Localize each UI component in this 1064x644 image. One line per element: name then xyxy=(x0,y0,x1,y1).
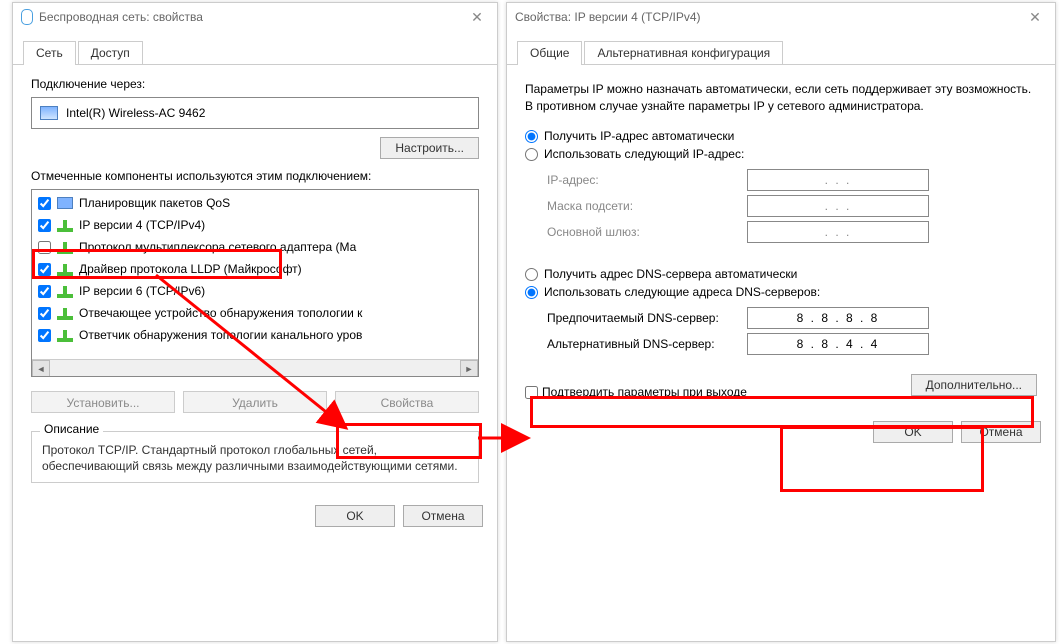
network-adapter-icon xyxy=(57,262,73,276)
component-checkbox[interactable] xyxy=(38,263,51,276)
tab-network[interactable]: Сеть xyxy=(23,41,76,64)
component-label: Ответчик обнаружения топологии канальног… xyxy=(79,328,362,342)
window-title: Беспроводная сеть: свойства xyxy=(39,10,203,24)
properties-button[interactable]: Свойства xyxy=(335,391,479,413)
network-adapter-icon xyxy=(57,218,73,232)
component-label: IP версии 6 (TCP/IPv6) xyxy=(79,284,205,298)
list-item[interactable]: IP версии 4 (TCP/IPv4) xyxy=(34,214,478,236)
radio-ip-manual[interactable]: Использовать следующий IP-адрес: xyxy=(525,147,1037,161)
component-label: Драйвер протокола LLDP (Майкрософт) xyxy=(79,262,302,276)
tabstrip-left: Сеть Доступ xyxy=(13,31,497,65)
dns-preferred-label: Предпочитаемый DNS-сервер: xyxy=(547,311,747,325)
component-label: Планировщик пакетов QoS xyxy=(79,196,230,210)
radio-ip-manual-input[interactable] xyxy=(525,148,538,161)
radio-dns-auto-label: Получить адрес DNS-сервера автоматически xyxy=(544,267,797,281)
radio-dns-auto-input[interactable] xyxy=(525,268,538,281)
monitor-icon xyxy=(57,197,73,209)
configure-button[interactable]: Настроить... xyxy=(380,137,479,159)
advanced-button[interactable]: Дополнительно... xyxy=(911,374,1037,396)
component-checkbox[interactable] xyxy=(38,329,51,342)
ip-address-label: IP-адрес: xyxy=(547,173,747,187)
list-item[interactable]: Ответчик обнаружения топологии канальног… xyxy=(34,324,478,346)
components-label: Отмеченные компоненты используются этим … xyxy=(31,169,479,183)
component-label: Протокол мультиплексора сетевого адаптер… xyxy=(79,240,356,254)
radio-ip-auto[interactable]: Получить IP-адрес автоматически xyxy=(525,129,1037,143)
window-title: Свойства: IP версии 4 (TCP/IPv4) xyxy=(515,10,701,24)
dns-preferred-field[interactable]: 8 . 8 . 8 . 8 xyxy=(747,307,929,329)
list-item[interactable]: IP версии 6 (TCP/IPv6) xyxy=(34,280,478,302)
radio-dns-manual-label: Использовать следующие адреса DNS-сервер… xyxy=(544,285,820,299)
components-list[interactable]: Планировщик пакетов QoS IP версии 4 (TCP/… xyxy=(31,189,479,377)
radio-dns-manual-input[interactable] xyxy=(525,286,538,299)
tabstrip-right: Общие Альтернативная конфигурация xyxy=(507,31,1055,65)
radio-ip-auto-label: Получить IP-адрес автоматически xyxy=(544,129,734,143)
tab-general[interactable]: Общие xyxy=(517,41,582,64)
ok-button[interactable]: OK xyxy=(873,421,953,443)
ipv4-properties-dialog: Свойства: IP версии 4 (TCP/IPv4) ✕ Общие… xyxy=(506,2,1056,642)
component-checkbox[interactable] xyxy=(38,197,51,210)
component-label: Отвечающее устройство обнаружения тополо… xyxy=(79,306,362,320)
network-adapter-icon xyxy=(57,240,73,254)
radio-dns-manual[interactable]: Использовать следующие адреса DNS-сервер… xyxy=(525,285,1037,299)
tab-alt-config[interactable]: Альтернативная конфигурация xyxy=(584,41,783,64)
description-group: Описание Протокол TCP/IP. Стандартный пр… xyxy=(31,431,479,483)
network-properties-dialog: Беспроводная сеть: свойства ✕ Сеть Досту… xyxy=(12,2,498,642)
component-checkbox[interactable] xyxy=(38,307,51,320)
component-checkbox[interactable] xyxy=(38,285,51,298)
radio-ip-manual-label: Использовать следующий IP-адрес: xyxy=(544,147,744,161)
adapter-box[interactable]: Intel(R) Wireless-AC 9462 xyxy=(31,97,479,129)
radio-dns-auto[interactable]: Получить адрес DNS-сервера автоматически xyxy=(525,267,1037,281)
scroll-right-icon[interactable]: ► xyxy=(460,360,478,377)
adapter-name: Intel(R) Wireless-AC 9462 xyxy=(66,106,205,120)
titlebar-right: Свойства: IP версии 4 (TCP/IPv4) ✕ xyxy=(507,3,1055,31)
gateway-field: . . . xyxy=(747,221,929,243)
remove-button[interactable]: Удалить xyxy=(183,391,327,413)
cancel-button[interactable]: Отмена xyxy=(961,421,1041,443)
list-item[interactable]: Отвечающее устройство обнаружения тополо… xyxy=(34,302,478,324)
titlebar-left: Беспроводная сеть: свойства ✕ xyxy=(13,3,497,31)
list-item[interactable]: Планировщик пакетов QoS xyxy=(34,192,478,214)
horizontal-scrollbar[interactable]: ◄ ► xyxy=(32,359,478,376)
dns-alternate-label: Альтернативный DNS-сервер: xyxy=(547,337,747,351)
subnet-mask-field: . . . xyxy=(747,195,929,217)
connect-via-label: Подключение через: xyxy=(31,77,479,91)
description-caption: Описание xyxy=(40,422,103,436)
component-checkbox[interactable] xyxy=(38,241,51,254)
confirm-on-exit-label: Подтвердить параметры при выходе xyxy=(542,385,747,399)
cancel-button[interactable]: Отмена xyxy=(403,505,483,527)
list-item[interactable]: Драйвер протокола LLDP (Майкрософт) xyxy=(34,258,478,280)
confirm-on-exit[interactable]: Подтвердить параметры при выходе xyxy=(525,385,747,399)
dns-alternate-field[interactable]: 8 . 8 . 4 . 4 xyxy=(747,333,929,355)
info-text: Параметры IP можно назначать автоматичес… xyxy=(525,81,1037,115)
ip-address-field: . . . xyxy=(747,169,929,191)
confirm-on-exit-checkbox[interactable] xyxy=(525,386,538,399)
radio-ip-auto-input[interactable] xyxy=(525,130,538,143)
ok-button[interactable]: OK xyxy=(315,505,395,527)
network-adapter-icon xyxy=(57,306,73,320)
mic-icon xyxy=(21,9,33,25)
component-checkbox[interactable] xyxy=(38,219,51,232)
description-text: Протокол TCP/IP. Стандартный протокол гл… xyxy=(42,442,468,474)
subnet-mask-label: Маска подсети: xyxy=(547,199,747,213)
install-button[interactable]: Установить... xyxy=(31,391,175,413)
list-item[interactable]: Протокол мультиплексора сетевого адаптер… xyxy=(34,236,478,258)
tab-access[interactable]: Доступ xyxy=(78,41,143,64)
network-adapter-icon xyxy=(57,328,73,342)
gateway-label: Основной шлюз: xyxy=(547,225,747,239)
network-adapter-icon xyxy=(57,284,73,298)
scroll-left-icon[interactable]: ◄ xyxy=(32,360,50,377)
close-icon[interactable]: ✕ xyxy=(457,3,497,31)
close-icon[interactable]: ✕ xyxy=(1015,3,1055,31)
component-label: IP версии 4 (TCP/IPv4) xyxy=(79,218,205,232)
adapter-icon xyxy=(40,106,58,120)
